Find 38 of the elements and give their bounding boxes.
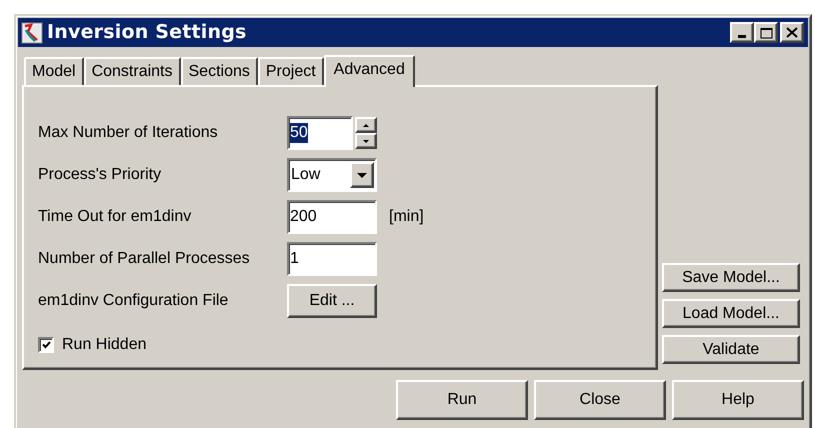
field-label: Number of Parallel Processes <box>38 249 251 269</box>
checkmark-icon <box>42 341 50 349</box>
dropdown-arrow-icon <box>357 172 367 178</box>
side-button[interactable]: Validate <box>662 335 800 364</box>
input-field[interactable]: 200 <box>287 200 377 234</box>
maximize-icon <box>760 26 772 38</box>
side-button[interactable]: Load Model... <box>662 299 800 328</box>
unit-label: [min] <box>389 207 424 227</box>
down-arrow-icon <box>363 140 369 142</box>
tab[interactable]: Model <box>24 57 84 85</box>
app-icon <box>21 22 43 44</box>
field-label: em1dinv Configuration File <box>38 291 230 311</box>
up-arrow-icon <box>363 124 369 126</box>
close-button[interactable] <box>780 22 804 43</box>
tab[interactable]: Constraints <box>84 57 180 85</box>
edit-button[interactable]: Edit ... <box>287 284 377 318</box>
tab[interactable]: Advanced <box>324 55 415 87</box>
close-icon <box>786 27 798 38</box>
field-label: Max Number of Iterations <box>38 123 219 143</box>
side-button[interactable]: Save Model... <box>662 263 800 292</box>
dialog-button[interactable]: Close <box>534 380 666 420</box>
checkbox[interactable] <box>38 337 54 353</box>
dialog-button[interactable]: Run <box>396 380 528 420</box>
dialog-button[interactable]: Help <box>672 380 804 420</box>
spin-down-button[interactable] <box>355 133 377 149</box>
field-label: Process's Priority <box>38 165 162 185</box>
minimize-button[interactable] <box>730 22 754 43</box>
spin-up-button[interactable] <box>355 117 377 133</box>
field-label: Time Out for em1dinv <box>38 207 192 227</box>
checkbox-label: Run Hidden <box>62 335 146 355</box>
input-field[interactable]: 1 <box>287 242 377 276</box>
priority-dropdown[interactable]: Low <box>287 158 377 192</box>
window-title: Inversion Settings <box>47 20 247 46</box>
minimize-icon <box>738 35 746 38</box>
tab[interactable]: Sections <box>180 57 258 85</box>
iterations-field[interactable]: 50 <box>287 116 353 150</box>
tab[interactable]: Project <box>258 57 324 85</box>
maximize-button[interactable] <box>754 22 778 43</box>
